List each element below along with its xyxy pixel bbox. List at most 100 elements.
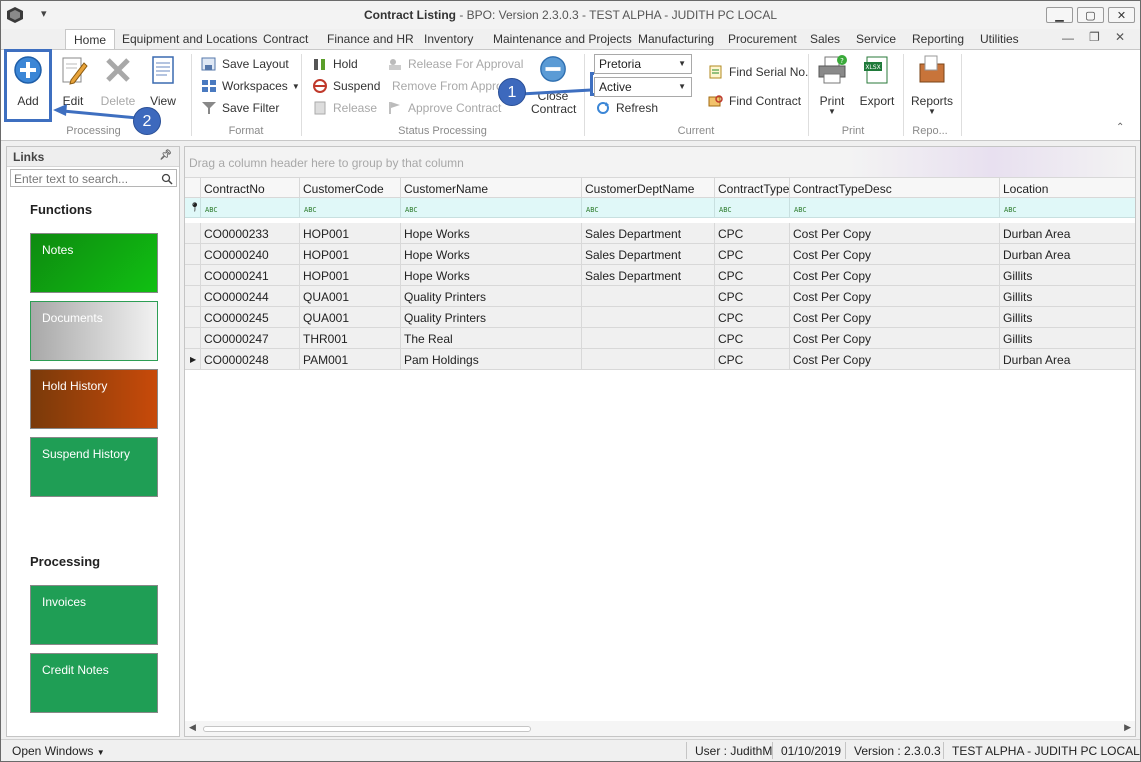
cell-location[interactable]: Gillits (999, 265, 1135, 286)
cell-contracttype[interactable]: CPC (714, 328, 789, 349)
tab-procurement[interactable]: Procurement (728, 32, 797, 50)
table-row[interactable]: CO0000247 THR001 The Real CPC Cost Per Copy G… (185, 328, 1135, 349)
save-layout-button[interactable]: Save Layout (201, 55, 289, 73)
cell-customercode[interactable]: PAM001 (299, 349, 400, 370)
cell-customerdeptname[interactable] (581, 307, 714, 328)
group-by-panel[interactable]: Drag a column header here to group by th… (185, 147, 1135, 177)
ribbon-close-icon[interactable]: ✕ (1115, 30, 1125, 44)
cell-contracttype[interactable]: CPC (714, 244, 789, 265)
cell-location[interactable]: Durban Area (999, 244, 1135, 265)
cell-customercode[interactable]: QUA001 (299, 286, 400, 307)
restore-button[interactable]: ▢ (1077, 7, 1104, 23)
cell-contracttypedesc[interactable]: Cost Per Copy (789, 307, 999, 328)
cell-customercode[interactable]: HOP001 (299, 265, 400, 286)
cell-customername[interactable]: Quality Printers (400, 307, 581, 328)
pin-icon[interactable]: 📌︎ (159, 150, 172, 161)
column-header-contracttype[interactable]: ContractType (714, 178, 789, 199)
column-header-customercode[interactable]: CustomerCode (299, 178, 400, 199)
ribbon-minimize-icon[interactable]: — (1062, 31, 1074, 45)
cell-customername[interactable]: Hope Works (400, 244, 581, 265)
column-header-contractno[interactable]: ContractNo (200, 178, 299, 199)
hold-button[interactable]: Hold (312, 55, 358, 73)
tab-inventory[interactable]: Inventory (424, 32, 473, 50)
open-windows-menu[interactable]: Open Windows ▼ (12, 744, 105, 758)
row-indicator[interactable] (185, 265, 200, 286)
status-combo[interactable]: Active ▼ (594, 77, 692, 97)
cell-contracttype[interactable]: CPC (714, 307, 789, 328)
table-row[interactable]: CO0000244 QUA001 Quality Printers CPC Cost P… (185, 286, 1135, 307)
table-row[interactable]: CO0000233 HOP001 Hope Works Sales Departmen… (185, 223, 1135, 244)
row-indicator[interactable] (185, 307, 200, 328)
cell-contracttypedesc[interactable]: Cost Per Copy (789, 244, 999, 265)
tab-service[interactable]: Service (856, 32, 896, 50)
filter-cell-location[interactable]: ABC (999, 198, 1135, 218)
filter-cell-contracttypedesc[interactable]: ABC (789, 198, 999, 218)
cell-customername[interactable]: The Real (400, 328, 581, 349)
tab-manufacturing[interactable]: Manufacturing (638, 32, 714, 50)
column-header-location[interactable]: Location (999, 178, 1135, 199)
cell-contracttype[interactable]: CPC (714, 265, 789, 286)
row-indicator[interactable] (185, 328, 200, 349)
tile-credit-notes[interactable]: Credit Notes (30, 653, 158, 713)
cell-contractno[interactable]: CO0000240 (200, 244, 299, 265)
table-row[interactable]: ▶ CO0000248 PAM001 Pam Holdings CPC Cost Per … (185, 349, 1135, 370)
cell-contractno[interactable]: CO0000241 (200, 265, 299, 286)
reports-button[interactable]: Reports ▼ (909, 54, 955, 116)
cell-customername[interactable]: Pam Holdings (400, 349, 581, 370)
column-header-customerdeptname[interactable]: CustomerDeptName (581, 178, 714, 199)
row-indicator[interactable] (185, 244, 200, 265)
scroll-left-icon[interactable]: ◀ (189, 722, 196, 733)
cell-customerdeptname[interactable]: Sales Department (581, 265, 714, 286)
tile-suspend-history[interactable]: Suspend History (30, 437, 158, 497)
cell-contracttype[interactable]: CPC (714, 349, 789, 370)
filter-cell-customercode[interactable]: ABC (299, 198, 400, 218)
cell-contractno[interactable]: CO0000248 (200, 349, 299, 370)
refresh-button[interactable]: Refresh (595, 99, 658, 117)
tab-utilities[interactable]: Utilities (980, 32, 1019, 50)
minimize-button[interactable]: ▁ (1046, 7, 1073, 23)
horizontal-scrollbar[interactable]: ◀ ▶ (185, 721, 1135, 736)
find-contract-button[interactable]: Find Contract (708, 92, 801, 110)
filter-pin-icon[interactable]: 📍︎ (185, 198, 200, 218)
cell-customercode[interactable]: THR001 (299, 328, 400, 349)
table-row[interactable]: CO0000240 HOP001 Hope Works Sales Departmen… (185, 244, 1135, 265)
cell-location[interactable]: Durban Area (999, 349, 1135, 370)
cell-customerdeptname[interactable] (581, 349, 714, 370)
cell-customerdeptname[interactable]: Sales Department (581, 244, 714, 265)
cell-customercode[interactable]: HOP001 (299, 244, 400, 265)
cell-customerdeptname[interactable] (581, 328, 714, 349)
tab-sales[interactable]: Sales (810, 32, 840, 50)
scrollbar-thumb[interactable] (203, 726, 531, 732)
cell-contractno[interactable]: CO0000247 (200, 328, 299, 349)
site-combo[interactable]: Pretoria ▼ (594, 54, 692, 74)
links-search-input[interactable]: Enter text to search... (10, 169, 177, 187)
cell-customername[interactable]: Quality Printers (400, 286, 581, 307)
column-header-contracttypedesc[interactable]: ContractTypeDesc (789, 178, 999, 199)
column-header-customername[interactable]: CustomerName (400, 178, 581, 199)
print-button[interactable]: ? Print ▼ (812, 54, 852, 116)
tab-finance-and-hr[interactable]: Finance and HR (327, 32, 414, 50)
ribbon-restore-icon[interactable]: ❐ (1089, 30, 1100, 44)
row-indicator[interactable] (185, 286, 200, 307)
export-button[interactable]: XLSX Export (857, 54, 897, 108)
tab-maintenance-and-projects[interactable]: Maintenance and Projects (493, 32, 632, 50)
tile-invoices[interactable]: Invoices (30, 585, 158, 645)
table-row[interactable]: CO0000241 HOP001 Hope Works Sales Departmen… (185, 265, 1135, 286)
filter-cell-contracttype[interactable]: ABC (714, 198, 789, 218)
cell-contracttype[interactable]: CPC (714, 223, 789, 244)
tile-documents[interactable]: Documents (30, 301, 158, 361)
find-serial-button[interactable]: Find Serial No. (708, 63, 808, 81)
close-button[interactable]: ✕ (1108, 7, 1135, 23)
release-for-approval-button[interactable]: Release For Approval (387, 55, 523, 73)
cell-customerdeptname[interactable]: Sales Department (581, 223, 714, 244)
cell-contracttypedesc[interactable]: Cost Per Copy (789, 349, 999, 370)
cell-customerdeptname[interactable] (581, 286, 714, 307)
cell-contractno[interactable]: CO0000245 (200, 307, 299, 328)
cell-location[interactable]: Gillits (999, 307, 1135, 328)
scroll-right-icon[interactable]: ▶ (1124, 722, 1131, 733)
cell-contracttype[interactable]: CPC (714, 286, 789, 307)
cell-contracttypedesc[interactable]: Cost Per Copy (789, 286, 999, 307)
tile-notes[interactable]: Notes (30, 233, 158, 293)
tab-reporting[interactable]: Reporting (912, 32, 964, 50)
collapse-ribbon-icon[interactable]: ⌃ (1116, 122, 1124, 133)
